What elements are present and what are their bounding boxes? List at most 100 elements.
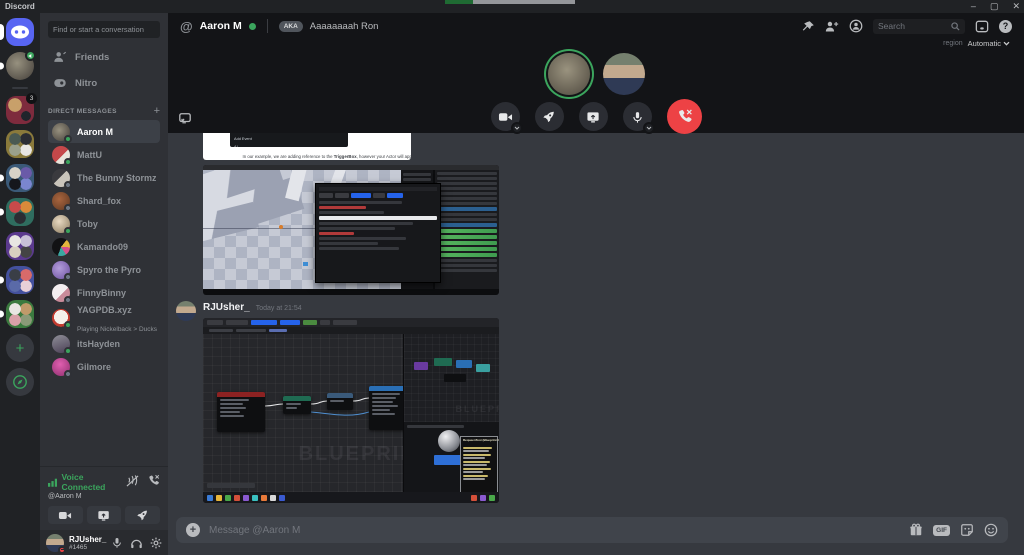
inbox-icon[interactable] [975, 20, 989, 33]
sidebar-item-nitro[interactable]: Nitro [48, 71, 160, 95]
help-icon[interactable]: ? [999, 20, 1012, 33]
emoji-icon[interactable] [984, 523, 998, 537]
disconnect-call-icon[interactable] [147, 474, 160, 487]
search-box[interactable] [873, 19, 965, 34]
region-selector[interactable]: Automatic [968, 39, 1010, 48]
dm-server-aaron[interactable] [6, 52, 34, 80]
chevron-down-icon [1003, 41, 1010, 46]
attachment-blueprint-screenshot[interactable]: BLUEPRINT BLUEPRI [203, 318, 499, 503]
call-controls [168, 100, 1024, 133]
signal-icon [48, 478, 57, 487]
mention-badge: 3 [26, 93, 37, 104]
app-title: Discord [0, 2, 35, 11]
create-dm-button[interactable]: + [154, 106, 160, 117]
gift-icon[interactable] [909, 523, 923, 537]
camera-button[interactable] [48, 506, 83, 524]
hang-up-button[interactable] [667, 99, 702, 134]
attachment-doc-screenshot[interactable]: Add Component Add Event AI In our exampl… [203, 133, 411, 160]
event-graph: BLUEPRINT [203, 334, 403, 492]
explore-servers-button[interactable] [6, 368, 34, 396]
avatar [52, 146, 70, 164]
server-purple[interactable] [6, 232, 34, 260]
server-crimson[interactable]: 3 [6, 96, 34, 124]
dm-name: YAGPDB.xyz [77, 305, 132, 315]
server-indigo[interactable] [6, 266, 34, 294]
dm-item-the-bunny-stormz[interactable]: The Bunny Stormz [48, 166, 160, 189]
participant-avatar-rjusher[interactable] [603, 53, 645, 95]
blueprint-watermark: BLUEPRINT [299, 443, 403, 466]
status-badge [64, 321, 72, 329]
gif-picker-button[interactable]: GIF [933, 525, 950, 536]
attachment-editor-screenshot[interactable] [203, 165, 499, 295]
message-author-avatar[interactable] [176, 301, 196, 321]
attach-plus-icon[interactable]: + [186, 523, 200, 537]
main-panel: @ Aaron M AKA Aaaaaaaah Ron [168, 13, 1024, 555]
outliner-panel [435, 170, 499, 289]
avatar [52, 284, 70, 302]
settings-gear-button[interactable] [150, 537, 162, 549]
add-server-button[interactable]: + [6, 334, 34, 362]
message-header: RJUsher_ Today at 21:54 [203, 302, 1024, 318]
dm-item-toby[interactable]: Toby [48, 212, 160, 235]
user-avatar[interactable] [46, 534, 64, 552]
dm-name: Aaron M [77, 127, 113, 137]
unread-pill [0, 24, 4, 40]
deafen-button[interactable] [130, 537, 143, 549]
activities-button[interactable] [535, 102, 564, 131]
code-line: Add Event [234, 137, 295, 141]
home-button[interactable] [6, 18, 34, 46]
screen-share-button[interactable] [87, 506, 122, 524]
dm-item-aaron-m[interactable]: Aaron M [48, 120, 160, 143]
activities-button[interactable] [125, 506, 160, 524]
microphone-button[interactable] [623, 102, 652, 131]
unread-pill [0, 63, 4, 70]
status-badge [64, 181, 72, 189]
participant-avatar-aaron[interactable] [548, 53, 590, 95]
blueprint-node-overlap [217, 392, 265, 432]
search-input[interactable] [878, 21, 951, 31]
channel-header: @ Aaron M AKA Aaaaaaaah Ron [168, 13, 1024, 39]
pillar-geometry [285, 170, 307, 201]
sidebar-item-friends[interactable]: Friends [48, 45, 160, 69]
camera-button[interactable] [491, 102, 520, 131]
dm-name: Shard_fox [77, 196, 121, 206]
message-timestamp: Today at 21:54 [256, 305, 302, 312]
server-steel[interactable] [6, 164, 34, 192]
server-olive[interactable] [6, 130, 34, 158]
sticker-icon[interactable] [960, 523, 974, 537]
message-input[interactable] [209, 525, 900, 536]
user-bar: RJUsher_ #1465 [40, 530, 168, 555]
content-browser-panel: RequeenTest (Blueprint Class) [403, 422, 499, 492]
server-green[interactable] [6, 300, 34, 328]
server-rail: 3 + [0, 13, 40, 555]
popout-icon[interactable] [178, 112, 192, 125]
close-button[interactable]: ✕ [1012, 0, 1020, 13]
dm-item-shard-fox[interactable]: Shard_fox [48, 189, 160, 212]
minimize-button[interactable]: – [971, 0, 976, 13]
recording-strip-gray [473, 0, 575, 4]
server-teal[interactable] [6, 198, 34, 226]
maximize-button[interactable]: ▢ [990, 0, 999, 13]
avatar [52, 238, 70, 256]
dm-item-gilmore[interactable]: Gilmore [48, 355, 160, 378]
dm-item-kamando09[interactable]: Kamando09 [48, 235, 160, 258]
add-friend-icon[interactable] [825, 20, 839, 33]
dm-item-mattu[interactable]: MattU [48, 143, 160, 166]
mini-node [414, 362, 428, 370]
message-author[interactable]: RJUsher_ [203, 302, 250, 313]
dm-header-label: DIRECT MESSAGES [48, 108, 117, 115]
conversation-search[interactable]: Find or start a conversation [48, 21, 160, 38]
user-profile-icon[interactable] [849, 19, 863, 33]
pin-icon[interactable] [802, 20, 815, 33]
dm-item-yagpdb[interactable]: YAGPDB.xyz Playing Nickelback > Ducks [48, 304, 160, 332]
region-label: region [943, 40, 962, 47]
dm-item-spyro-the-pyro[interactable]: Spyro the Pyro [48, 258, 160, 281]
header-divider [267, 19, 268, 33]
mute-button[interactable] [111, 536, 123, 549]
dm-name: The Bunny Stormz [77, 173, 156, 183]
screen-share-button[interactable] [579, 102, 608, 131]
noise-suppression-icon[interactable] [126, 475, 139, 487]
recording-strip-green [445, 0, 473, 4]
doc-caption: In our example, we are adding reference … [243, 155, 372, 159]
status-badge [64, 227, 72, 235]
